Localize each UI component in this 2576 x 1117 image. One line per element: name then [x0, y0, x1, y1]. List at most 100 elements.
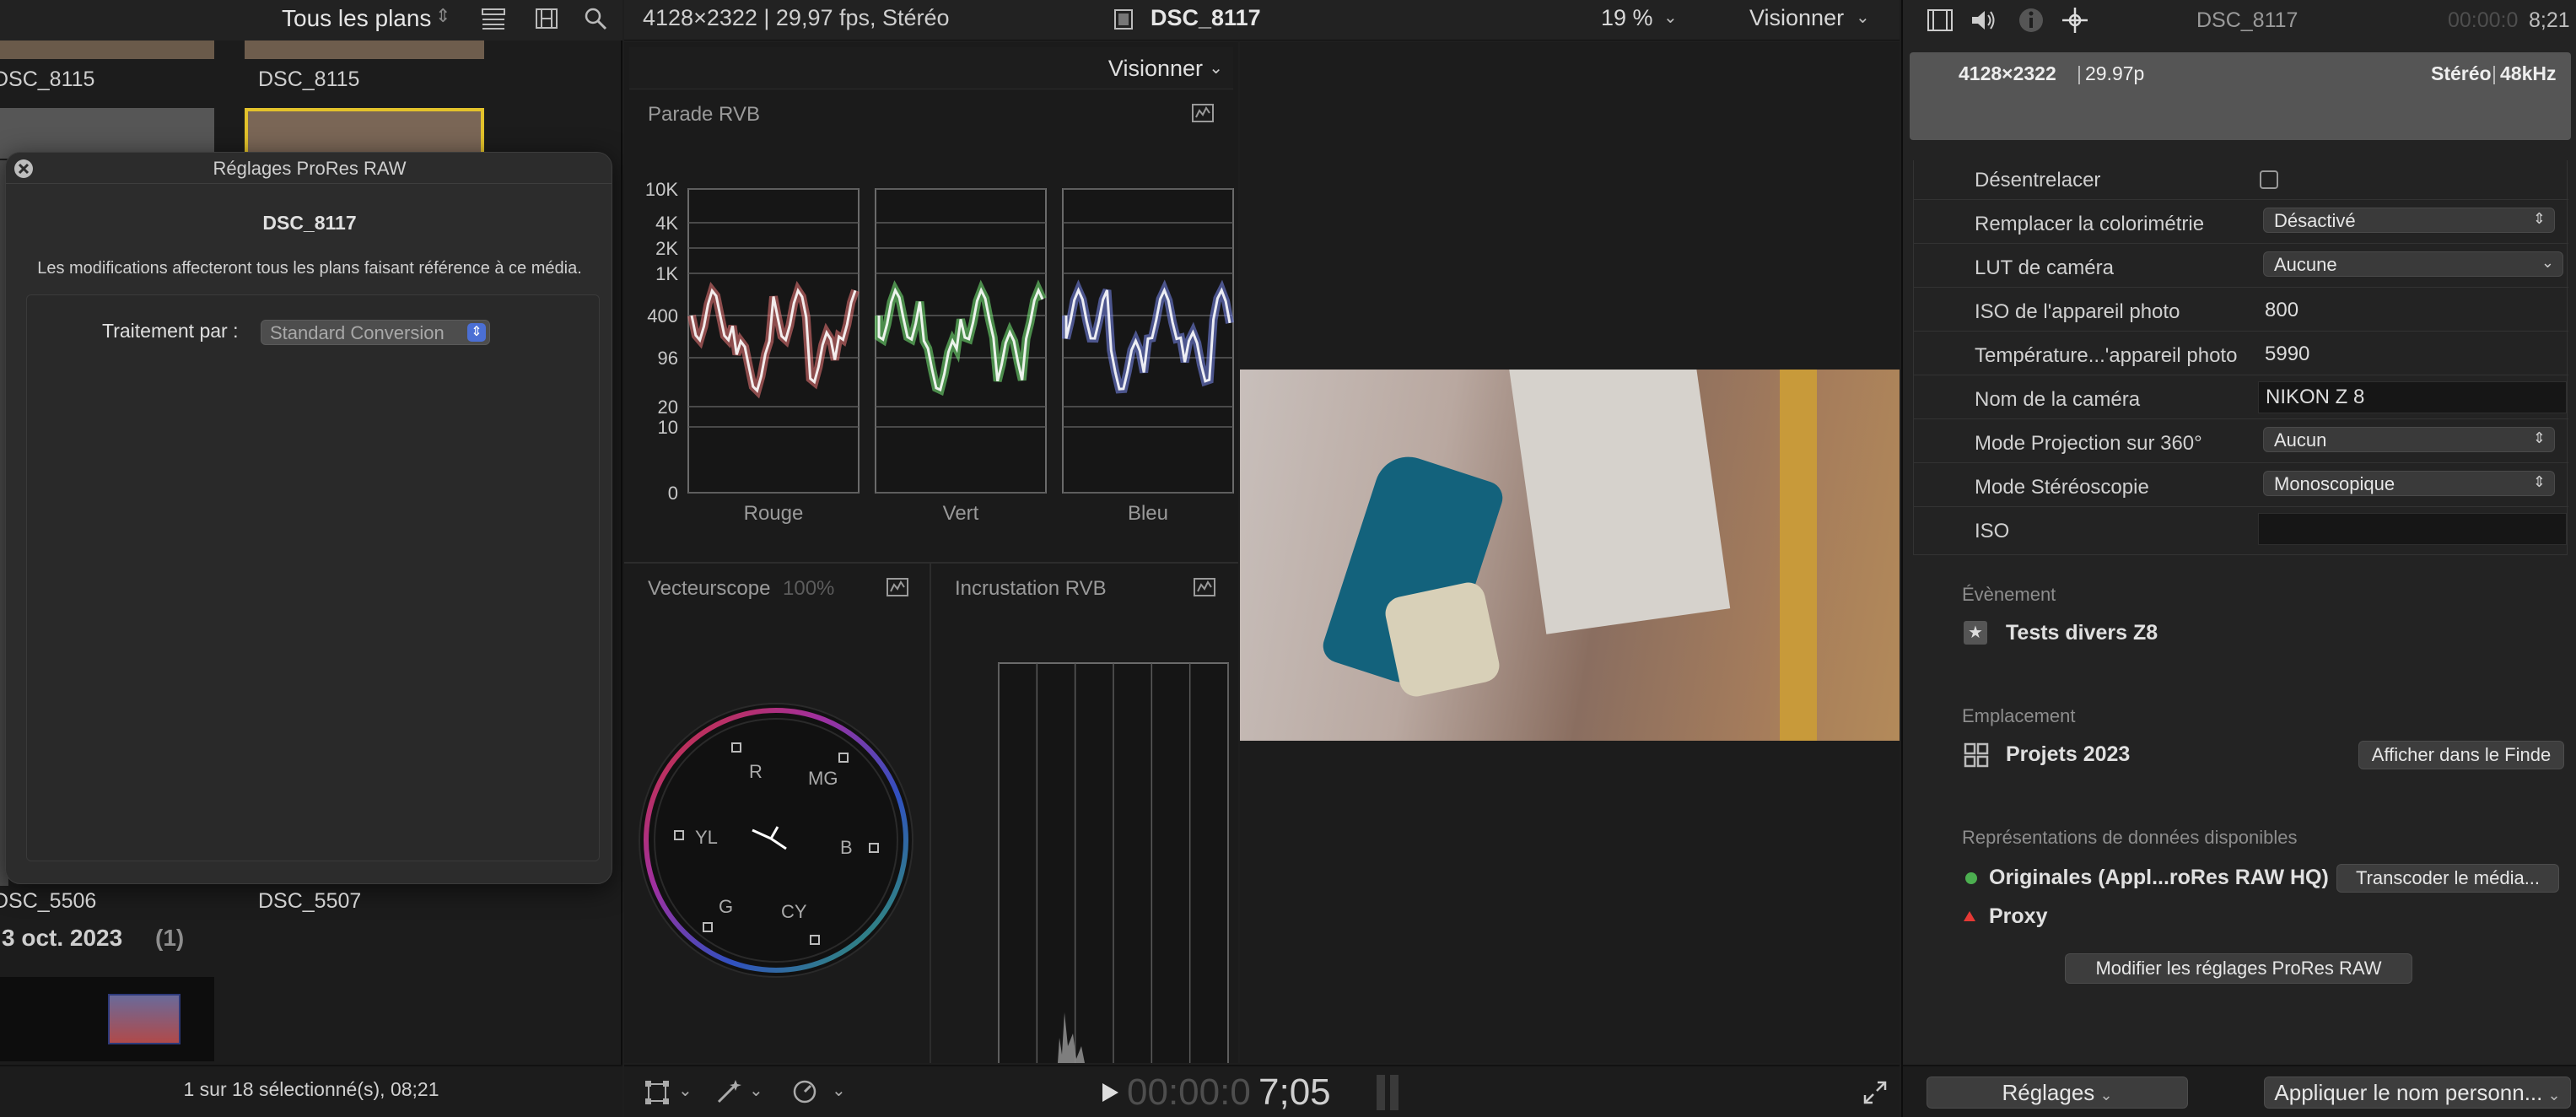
- clip-thumbnail[interactable]: [245, 40, 484, 59]
- clip-name: DSC_8115: [0, 67, 95, 91]
- proxy-label: Proxy: [1989, 904, 2048, 928]
- timecode-bright[interactable]: 7;05: [1258, 1071, 1331, 1114]
- scope-settings-icon[interactable]: [1191, 103, 1215, 123]
- chevron-updown-icon: ⇕: [2532, 429, 2546, 446]
- parade-scale-label: 96: [658, 348, 678, 369]
- selection-status: 1 sur 18 sélectionné(s), 08;21: [183, 1078, 439, 1100]
- speed-icon[interactable]: [791, 1078, 818, 1105]
- chevron-down-icon: ⌄: [749, 1082, 763, 1100]
- camera-lut-popup[interactable]: Aucune ⌄: [2263, 251, 2563, 277]
- app-window: Tous les plans ⇕ DSC_8115 DSC_8115 Régla: [0, 0, 2576, 1117]
- date-group-header[interactable]: 3 oct. 2023: [2, 925, 122, 952]
- transcode-media-button[interactable]: Transcoder le média...: [2336, 864, 2559, 893]
- viewer-bottom-bar: ⌄ ⌄ ⌄ 00:00:0 7;05: [624, 1065, 1900, 1117]
- browser-status-bar: 1 sur 18 sélectionné(s), 08;21: [0, 1065, 622, 1117]
- properties-table: Désentrelacer Remplacer la colorimétrie …: [1913, 160, 2568, 555]
- parade-scale-label: 400: [647, 305, 678, 326]
- thumbnail-screen: [108, 994, 181, 1044]
- clip-thumbnail[interactable]: [0, 40, 214, 59]
- scope-settings-icon[interactable]: [1193, 577, 1216, 597]
- status-triangle-red: [1964, 911, 1975, 921]
- clip-name: DSC_5506: [0, 889, 97, 913]
- header-rate: 29.97p: [2085, 62, 2145, 84]
- library-icon: [1964, 742, 1989, 768]
- original-media-label: Originales (Appl...roRes RAW HQ): [1989, 866, 2329, 889]
- clip-filter-menu[interactable]: Tous les plans: [282, 5, 431, 32]
- header-format: 4128×2322: [1959, 62, 2056, 84]
- processing-value: Standard Conversion: [270, 322, 445, 343]
- scope-settings-icon[interactable]: [886, 577, 909, 597]
- clip-thumbnail[interactable]: [0, 108, 214, 159]
- colorimetry-popup[interactable]: Désactivé ⇕: [2263, 208, 2555, 233]
- chevron-down-icon: ⌄: [1209, 59, 1223, 78]
- play-icon[interactable]: [1100, 1082, 1120, 1104]
- clip-thumbnail[interactable]: [0, 977, 214, 1061]
- chevron-down-icon: ⌄: [1856, 8, 1870, 27]
- vectorscope-zoom: 100%: [783, 577, 835, 600]
- deinterlace-checkbox[interactable]: [2260, 170, 2278, 189]
- chevron-updown-icon: ⇕: [467, 323, 486, 342]
- clip-name: DSC_5507: [258, 889, 362, 913]
- viewer-canvas[interactable]: [1240, 42, 1900, 1063]
- vectorscope-title: Vecteurscope: [648, 577, 771, 600]
- search-icon[interactable]: [584, 7, 607, 30]
- status-dot-green: [1965, 872, 1977, 884]
- dialog-title-divider: [6, 183, 612, 184]
- scopes-header: Visionner ⌄: [629, 47, 1233, 89]
- inspector-tabs: DSC_8117 00:00:0 8;21: [1903, 0, 2576, 42]
- inspector-pane: DSC_8117 00:00:0 8;21 4128×2322 | 29.97p…: [1901, 0, 2576, 1117]
- parade-scale-label: 4K: [655, 213, 678, 234]
- iso-label: ISO: [1975, 520, 2010, 542]
- parade-scale-label: 0: [668, 483, 678, 504]
- inspector-clip-name: DSC_8117: [2196, 8, 2298, 32]
- rgb-parade-scope: Rouge Vert Bleu 10K 4K 2K 1K 400 96 2010 0: [645, 179, 1234, 525]
- viewer-toolbar: 4128×2322 | 29,97 fps, Stéréo DSC_8117 1…: [624, 0, 1900, 40]
- processing-label: Traitement par :: [102, 320, 239, 342]
- parade-channel-label: Rouge: [744, 502, 804, 525]
- camera-name-label: Nom de la caméra: [1975, 388, 2141, 411]
- vector-target-label: CY: [781, 901, 807, 922]
- vectorscope: [639, 703, 913, 978]
- viewer-view-menu[interactable]: Visionner: [1749, 5, 1844, 31]
- filmstrip-view-icon[interactable]: [535, 7, 558, 30]
- scopes-view-menu[interactable]: Visionner: [1108, 56, 1203, 82]
- audio-inspector-icon[interactable]: [1970, 8, 1997, 32]
- list-view-icon[interactable]: [481, 7, 506, 30]
- clip-thumbnail-selected[interactable]: [245, 108, 484, 159]
- processing-popup[interactable]: Standard Conversion ⇕: [261, 320, 490, 345]
- chevron-down-icon: ⌄: [678, 1082, 693, 1100]
- inspector-header: 4128×2322 | 29.97p Stéréo | 48kHz: [1910, 52, 2571, 140]
- overlay-title: Incrustation RVB: [955, 577, 1107, 600]
- row-divider: [1914, 506, 2568, 507]
- frame-object: [1508, 370, 1731, 634]
- inspector-duration-dim: 00:00:0: [2448, 8, 2519, 32]
- camera-temperature-value: 5990: [2265, 343, 2310, 365]
- camera-name-field[interactable]: NIKON Z 8: [2258, 381, 2567, 413]
- magic-wand-icon[interactable]: [715, 1078, 744, 1105]
- apply-custom-name-button[interactable]: Appliquer le nom personn... ⌄: [2264, 1077, 2571, 1109]
- chevron-down-icon: ⌄: [2541, 254, 2554, 271]
- camera-iso-label: ISO de l'appareil photo: [1975, 300, 2180, 323]
- camera-lut-label: LUT de caméra: [1975, 256, 2114, 279]
- projection-mode-popup[interactable]: Aucun ⇕: [2263, 427, 2555, 452]
- projection-mode-value: Aucun: [2274, 429, 2327, 451]
- parade-scale-label: 10: [658, 417, 678, 438]
- vector-target-label: MG: [808, 768, 838, 789]
- header-rate-audio: 48kHz: [2500, 62, 2557, 84]
- chevron-down-icon: ⌄: [2099, 1087, 2113, 1104]
- fullscreen-icon[interactable]: [1862, 1080, 1888, 1105]
- settings-button[interactable]: Réglages ⌄: [1927, 1077, 2188, 1109]
- zoom-menu[interactable]: 19 %: [1601, 5, 1653, 31]
- dialog-notice: Les modifications affecteront tous les p…: [37, 259, 582, 278]
- reveal-in-finder-button[interactable]: Afficher dans le Finde: [2358, 741, 2564, 769]
- audio-meter-icon: [1390, 1075, 1398, 1110]
- camera-lut-value: Aucune: [2274, 254, 2337, 275]
- parade-scale-label: 10K: [645, 179, 678, 200]
- video-inspector-icon[interactable]: [1927, 8, 1954, 32]
- share-inspector-icon[interactable]: [2060, 5, 2090, 35]
- info-inspector-icon[interactable]: [2018, 7, 2045, 34]
- stereoscopy-mode-popup[interactable]: Monoscopique ⇕: [2263, 471, 2555, 496]
- iso-field[interactable]: [2258, 513, 2567, 545]
- transform-icon[interactable]: [644, 1080, 670, 1105]
- modify-prores-raw-button[interactable]: Modifier les réglages ProRes RAW: [2065, 953, 2412, 984]
